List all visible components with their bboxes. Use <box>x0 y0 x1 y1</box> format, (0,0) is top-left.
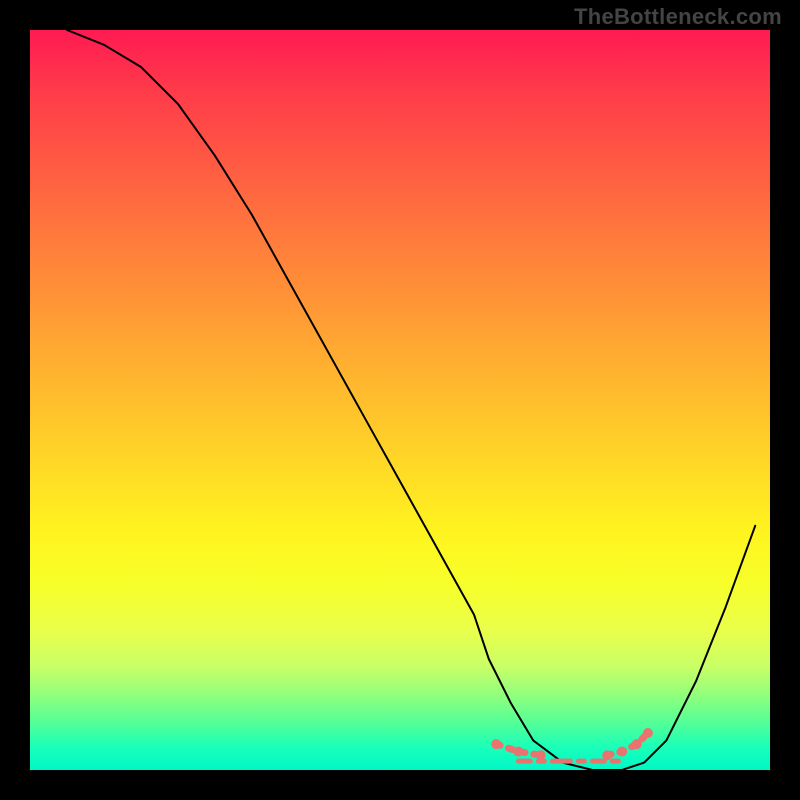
bottleneck-curve <box>67 30 755 770</box>
bottleneck-chart-svg <box>30 30 770 770</box>
chart-outer-frame: TheBottleneck.com <box>0 0 800 800</box>
marker-stroke-left-cluster <box>496 744 540 755</box>
watermark-text: TheBottleneck.com <box>574 4 782 30</box>
plot-area <box>30 30 770 770</box>
